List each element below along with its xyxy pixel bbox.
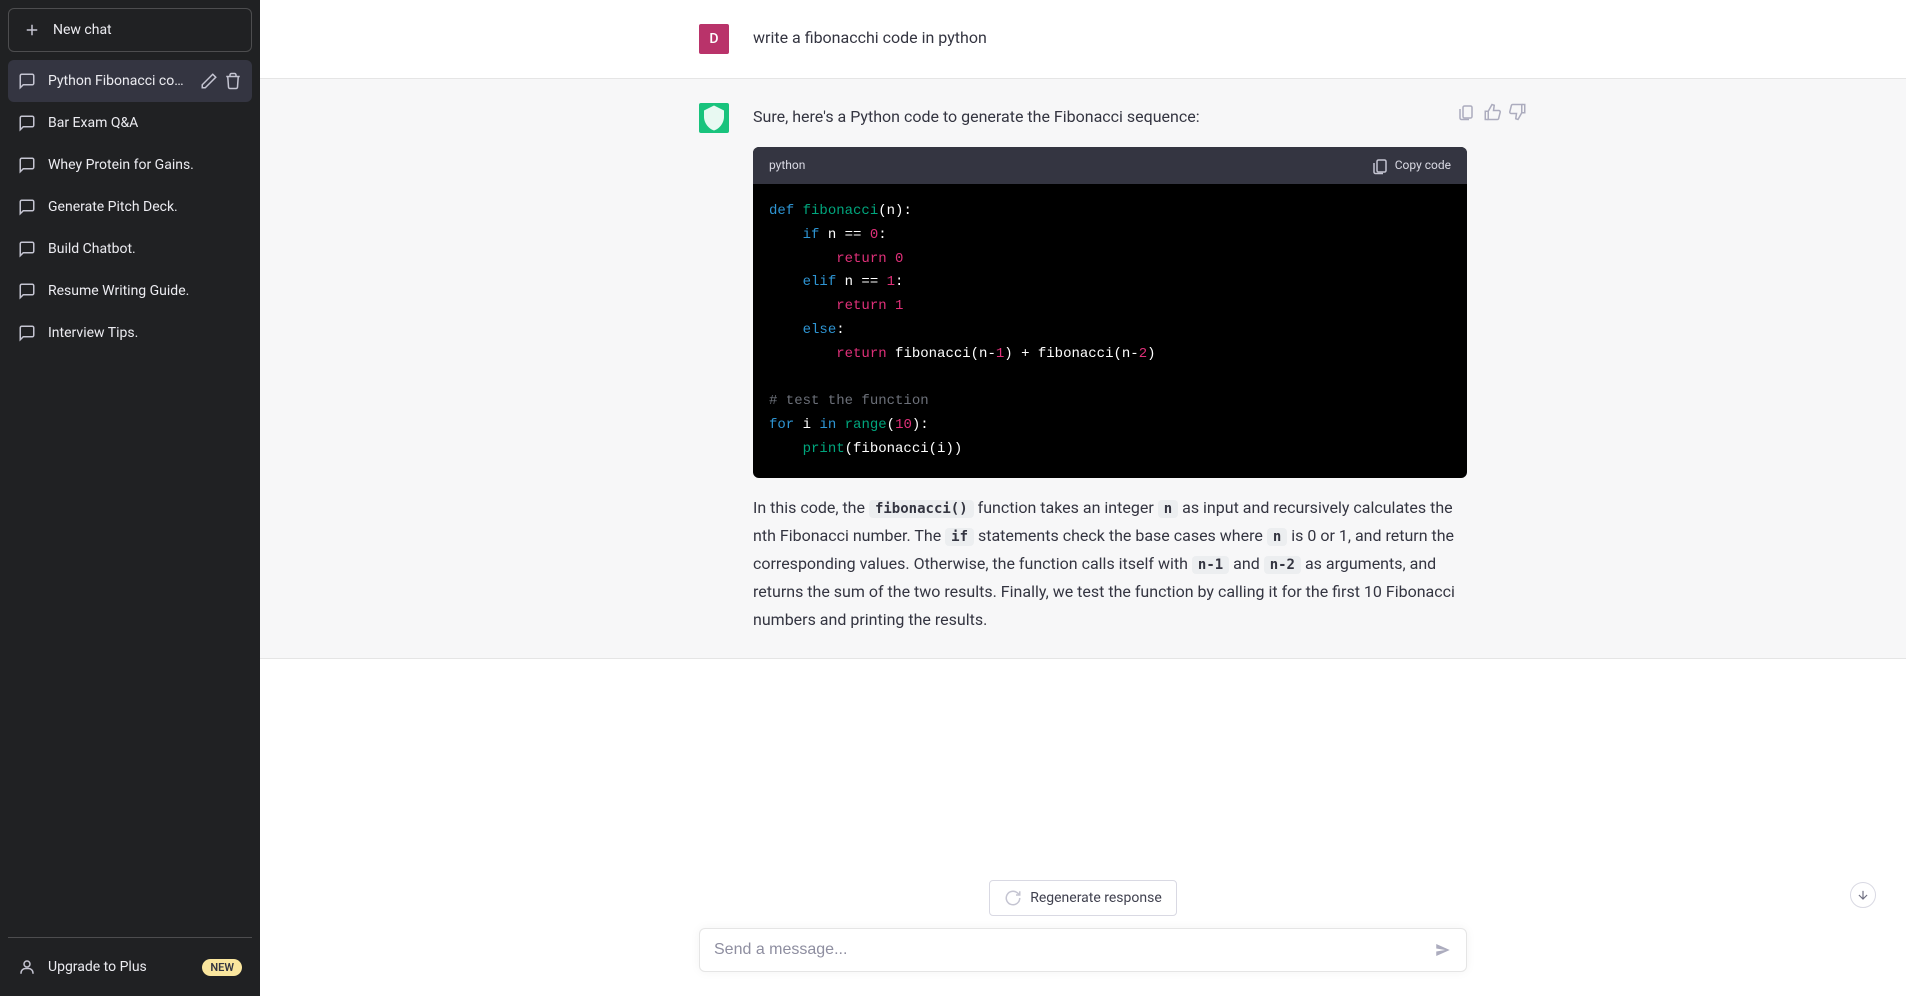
upgrade-button[interactable]: Upgrade to Plus NEW xyxy=(8,946,252,988)
copy-code-label: Copy code xyxy=(1395,155,1451,176)
user-icon xyxy=(18,958,36,976)
chat-item-label: Interview Tips. xyxy=(48,325,242,341)
chat-icon xyxy=(18,282,36,300)
chat-icon xyxy=(18,198,36,216)
assistant-explanation: In this code, the fibonacci() function t… xyxy=(753,494,1467,634)
sidebar-item-4[interactable]: Build Chatbot. xyxy=(8,228,252,270)
scroll-down-button[interactable] xyxy=(1850,882,1876,908)
conversation-thread[interactable]: D write a fibonacchi code in python Sure… xyxy=(260,0,1906,868)
bottom-bar: Regenerate response xyxy=(260,868,1906,996)
code-block: python Copy code def fibonacci(n): if n … xyxy=(753,147,1467,478)
edit-icon[interactable] xyxy=(200,72,218,90)
chat-icon xyxy=(18,114,36,132)
new-chat-button[interactable]: New chat xyxy=(8,8,252,52)
assistant-intro: Sure, here's a Python code to generate t… xyxy=(753,103,1467,131)
main-panel: D write a fibonacchi code in python Sure… xyxy=(260,0,1906,996)
clipboard-icon xyxy=(1371,157,1389,175)
upgrade-label: Upgrade to Plus xyxy=(48,959,147,975)
sidebar-item-0[interactable]: Python Fibonacci code. xyxy=(8,60,252,102)
chat-item-label: Python Fibonacci code. xyxy=(48,73,188,89)
chat-item-label: Whey Protein for Gains. xyxy=(48,157,242,173)
app-root: New chat Python Fibonacci code. Bar Exam… xyxy=(0,0,1906,996)
assistant-avatar xyxy=(699,103,729,133)
chat-item-label: Bar Exam Q&A xyxy=(48,115,242,131)
user-message: D write a fibonacchi code in python xyxy=(260,0,1906,78)
chat-icon xyxy=(18,72,36,90)
regenerate-wrap: Regenerate response xyxy=(260,880,1906,916)
message-input[interactable] xyxy=(714,941,1434,959)
sidebar-item-6[interactable]: Interview Tips. xyxy=(8,312,252,354)
assistant-content: Sure, here's a Python code to generate t… xyxy=(753,103,1467,634)
trash-icon[interactable] xyxy=(224,72,242,90)
new-chat-label: New chat xyxy=(53,22,112,38)
sidebar: New chat Python Fibonacci code. Bar Exam… xyxy=(0,0,260,996)
user-avatar: D xyxy=(699,24,729,54)
sidebar-item-2[interactable]: Whey Protein for Gains. xyxy=(8,144,252,186)
refresh-icon xyxy=(1004,889,1022,907)
chat-item-label: Build Chatbot. xyxy=(48,241,242,257)
chat-icon xyxy=(18,156,36,174)
input-wrap xyxy=(260,928,1906,972)
sidebar-item-1[interactable]: Bar Exam Q&A xyxy=(8,102,252,144)
new-badge: NEW xyxy=(202,959,242,976)
chat-icon xyxy=(18,240,36,258)
regenerate-button[interactable]: Regenerate response xyxy=(989,880,1177,916)
sidebar-footer: Upgrade to Plus NEW xyxy=(8,937,252,988)
chat-icon xyxy=(18,324,36,342)
message-actions xyxy=(1457,103,1527,121)
copy-message-icon[interactable] xyxy=(1457,103,1475,121)
plus-icon xyxy=(23,21,41,39)
chat-item-label: Resume Writing Guide. xyxy=(48,283,242,299)
assistant-message: Sure, here's a Python code to generate t… xyxy=(260,78,1906,659)
copy-code-button[interactable]: Copy code xyxy=(1371,155,1451,176)
sidebar-item-3[interactable]: Generate Pitch Deck. xyxy=(8,186,252,228)
thumbs-down-icon[interactable] xyxy=(1509,103,1527,121)
code-language: python xyxy=(769,155,805,176)
thumbs-up-icon[interactable] xyxy=(1483,103,1501,121)
sidebar-item-5[interactable]: Resume Writing Guide. xyxy=(8,270,252,312)
code-body: def fibonacci(n): if n == 0: return 0 el… xyxy=(753,184,1467,478)
code-header: python Copy code xyxy=(753,147,1467,184)
chat-list: Python Fibonacci code. Bar Exam Q&A Whey… xyxy=(8,60,252,929)
message-input-box xyxy=(699,928,1467,972)
regenerate-label: Regenerate response xyxy=(1030,890,1162,906)
send-button[interactable] xyxy=(1434,941,1452,959)
chat-item-label: Generate Pitch Deck. xyxy=(48,199,242,215)
user-message-text: write a fibonacchi code in python xyxy=(753,24,1467,54)
